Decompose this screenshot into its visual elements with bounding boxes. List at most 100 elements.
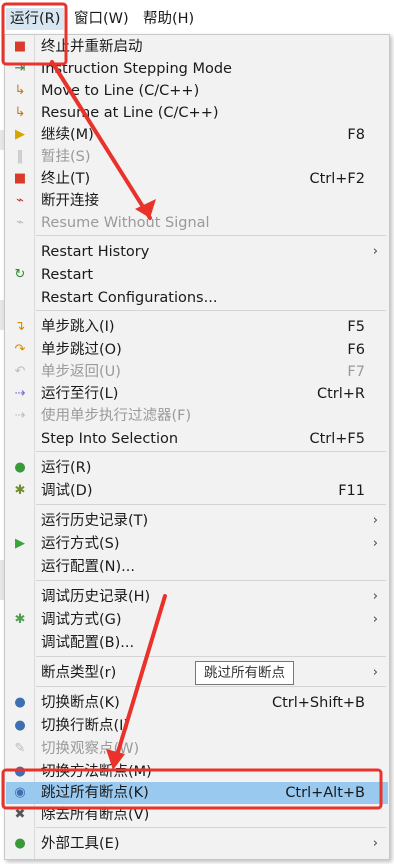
- step-return-icon: ↶: [14, 364, 26, 379]
- menu-item-label: Step Into Selection: [41, 431, 179, 447]
- menu-item[interactable]: ⇥ Instruction Stepping Mode: [6, 58, 388, 80]
- menu-item[interactable]: ⇢ 运行至行(L) Ctrl+R: [6, 383, 388, 405]
- menu-item[interactable]: ■ 终止(T) Ctrl+F2: [6, 168, 388, 190]
- menu-separator: [36, 451, 386, 452]
- menu-item[interactable]: 运行历史记录(T) ›: [6, 510, 388, 532]
- menu-item-label: 单步跳入(I): [41, 319, 115, 335]
- step-into-icon: ↴: [14, 319, 26, 334]
- menu-item-label: 终止(T): [41, 171, 91, 187]
- menu-item[interactable]: ● 切换方法断点(M): [6, 761, 388, 783]
- menu-item[interactable]: ↴ 单步跳入(I) F5: [6, 316, 388, 338]
- menu-item[interactable]: ↻ Restart: [6, 264, 388, 286]
- disconnect-icon: ⌁: [16, 193, 24, 208]
- restart-icon: ↻: [14, 267, 26, 282]
- menu-item-label: 暂挂(S): [41, 149, 91, 165]
- menu-item-shortcut: F7: [347, 364, 365, 380]
- menu-item-label: 调试历史记录(H): [41, 589, 151, 605]
- menu-separator: [36, 580, 386, 581]
- menu-separator: [36, 656, 386, 657]
- menu-item-label: Restart History: [41, 244, 150, 260]
- menu-item-shortcut: F11: [338, 483, 365, 499]
- run-icon: ●: [14, 460, 26, 475]
- tooltip: 跳过所有断点: [195, 661, 294, 685]
- menu-item-label: 终止并重新启动: [41, 39, 143, 55]
- menu-item[interactable]: 调试配置(B)...: [6, 632, 388, 654]
- instruction-stepping-icon: ⇥: [14, 61, 26, 76]
- submenu-arrow-icon: ›: [372, 536, 378, 551]
- menu-item[interactable]: ● 运行(R): [6, 457, 388, 479]
- submenu-arrow-icon: ›: [372, 513, 378, 528]
- menu-item-shortcut: F8: [347, 127, 365, 143]
- menu-item[interactable]: ⌁ 断开连接: [6, 190, 388, 212]
- menu-item[interactable]: ↳ Resume at Line (C/C++): [6, 102, 388, 124]
- menu-item: ⌁ Resume Without Signal: [6, 212, 388, 234]
- menu-item[interactable]: Step Into Selection Ctrl+F5: [6, 428, 388, 450]
- menu-item[interactable]: ▶ 运行方式(S) ›: [6, 533, 388, 555]
- menu-item-shortcut: Ctrl+R: [316, 386, 365, 402]
- menu-item: ↶ 单步返回(U) F7: [6, 361, 388, 383]
- menu-item-label: 运行至行(L): [41, 386, 119, 402]
- resume-at-line-icon: ↳: [14, 105, 26, 120]
- menu-item-label: 单步跳过(O): [41, 342, 122, 358]
- menu-item[interactable]: ■ 终止并重新启动: [6, 36, 388, 58]
- menu-item-label: 切换行断点(I): [41, 718, 130, 734]
- step-filter-icon: ⇢: [14, 408, 26, 423]
- menu-bar: 运行(R) 窗口(W) 帮助(H): [0, 0, 394, 35]
- debug-icon: ✱: [14, 483, 26, 498]
- menubar-window[interactable]: 窗口(W): [70, 8, 133, 30]
- menu-item-label: Move to Line (C/C++): [41, 83, 200, 99]
- remove-all-breakpoints-icon: ✖: [14, 807, 26, 822]
- menu-separator: [36, 504, 386, 505]
- menu-item-label: Restart Configurations...: [41, 290, 218, 306]
- run-context-menu: ■ 终止并重新启动 ⇥ Instruction Stepping Mode ↳ Move …: [4, 34, 390, 860]
- menu-item[interactable]: ▶ 继续(M) F8: [6, 124, 388, 146]
- debug-as-icon: ✱: [14, 612, 26, 627]
- menu-item-shortcut: Ctrl+Shift+B: [271, 695, 365, 711]
- menubar-help[interactable]: 帮助(H): [139, 8, 198, 30]
- menu-item-shortcut: F5: [347, 319, 365, 335]
- menu-separator: [36, 235, 386, 236]
- menu-item: ‖ 暂挂(S): [6, 146, 388, 168]
- submenu-arrow-icon: ›: [372, 612, 378, 627]
- submenu-arrow-icon: ›: [372, 665, 378, 680]
- menu-item[interactable]: ● 切换行断点(I): [6, 715, 388, 737]
- menu-separator: [36, 310, 386, 311]
- toggle-method-breakpoint-icon: ●: [14, 764, 26, 779]
- menu-item[interactable]: 运行配置(N)...: [6, 556, 388, 578]
- menu-item-label: 外部工具(E): [41, 836, 120, 852]
- menu-item: ✎ 切换观察点(W): [6, 738, 388, 760]
- menu-item[interactable]: 调试历史记录(H) ›: [6, 586, 388, 608]
- submenu-arrow-icon: ›: [372, 244, 378, 259]
- toggle-watchpoint-icon: ✎: [14, 741, 26, 756]
- suspend-icon: ‖: [16, 149, 24, 164]
- menu-item[interactable]: ✱ 调试方式(G) ›: [6, 609, 388, 631]
- menu-item-label: 切换方法断点(M): [41, 764, 152, 780]
- terminate-icon: ■: [13, 171, 27, 186]
- menu-item-shortcut: Ctrl+F5: [309, 431, 365, 447]
- menu-item[interactable]: ◉ 跳过所有断点(K) Ctrl+Alt+B: [6, 782, 388, 804]
- menubar-run[interactable]: 运行(R): [6, 8, 65, 30]
- menu-item-label: 切换断点(K): [41, 695, 120, 711]
- menu-item-label: Restart: [41, 267, 94, 283]
- terminate-relaunch-icon: ■: [13, 39, 27, 54]
- menu-item[interactable]: Restart History ›: [6, 241, 388, 263]
- menu-item-label: 使用单步执行过滤器(F): [41, 408, 192, 424]
- menu-item-label: Resume at Line (C/C++): [41, 105, 219, 121]
- menu-item[interactable]: ✖ 除去所有断点(V): [6, 804, 388, 826]
- menu-item[interactable]: Restart Configurations...: [6, 287, 388, 309]
- menu-item-label: 单步返回(U): [41, 364, 121, 380]
- run-as-icon: ▶: [15, 536, 25, 551]
- menu-separator: [36, 686, 386, 687]
- submenu-arrow-icon: ›: [372, 836, 378, 851]
- move-to-line-icon: ↳: [14, 83, 26, 98]
- menu-item[interactable]: ↳ Move to Line (C/C++): [6, 80, 388, 102]
- menu-item-shortcut: F6: [347, 342, 365, 358]
- menu-item[interactable]: ● 切换断点(K) Ctrl+Shift+B: [6, 692, 388, 714]
- menu-item[interactable]: ● 外部工具(E) ›: [6, 833, 388, 855]
- menu-item-label: 运行方式(S): [41, 536, 120, 552]
- menu-separator: [36, 827, 386, 828]
- step-over-icon: ↷: [14, 342, 26, 357]
- menu-item[interactable]: ↷ 单步跳过(O) F6: [6, 339, 388, 361]
- menu-item-label: 调试方式(G): [41, 612, 122, 628]
- menu-item[interactable]: ✱ 调试(D) F11: [6, 480, 388, 502]
